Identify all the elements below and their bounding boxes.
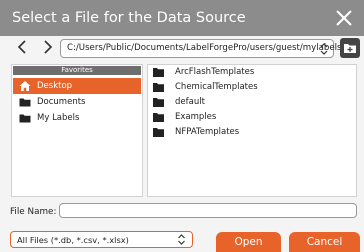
path-combobox[interactable]: C:/Users/Public/Documents/LabelForgePro/…	[60, 39, 341, 58]
list-item[interactable]: Examples	[151, 110, 351, 125]
file-name: ChemicalTemplates	[175, 82, 258, 92]
open-button[interactable]: Open	[216, 232, 281, 252]
sidebar-item-documents[interactable]: Documents	[13, 94, 141, 110]
file-name: NFPATemplates	[175, 127, 240, 137]
folder-icon	[153, 98, 164, 107]
new-folder-button[interactable]	[340, 38, 360, 58]
folder-icon	[19, 98, 31, 107]
file-dialog: Select a File for the Data Source C:/Use…	[0, 0, 364, 252]
back-arrow-icon[interactable]	[14, 38, 32, 56]
folder-icon	[153, 83, 164, 92]
file-name: ArcFlashTemplates	[175, 67, 255, 77]
file-type-select[interactable]: All Files (*.db, *.csv, *.xlsx)	[10, 231, 193, 248]
folder-icon	[19, 114, 31, 123]
title-bar: Select a File for the Data Source	[0, 0, 364, 36]
updown-chevron-icon[interactable]	[319, 42, 329, 56]
sidebar-item-desktop[interactable]: Desktop	[13, 78, 141, 94]
folder-icon	[153, 128, 164, 137]
close-icon[interactable]	[335, 9, 353, 27]
file-name-input[interactable]	[59, 203, 357, 218]
sidebar-item-label: Desktop	[37, 81, 73, 91]
file-name-label: File Name:	[10, 207, 57, 217]
list-item[interactable]: default	[151, 95, 351, 110]
updown-chevron-icon	[178, 234, 185, 245]
sidebar-item-label: My Labels	[37, 113, 80, 123]
forward-arrow-icon[interactable]	[38, 38, 56, 56]
file-list: ArcFlashTemplates ChemicalTemplates defa…	[147, 64, 357, 197]
file-name: Examples	[175, 112, 217, 122]
path-text: C:/Users/Public/Documents/LabelForgePro/…	[67, 43, 342, 53]
navigation-bar: C:/Users/Public/Documents/LabelForgePro/…	[0, 36, 364, 60]
sidebar-item-my-labels[interactable]: My Labels	[13, 110, 141, 126]
list-item[interactable]: ChemicalTemplates	[151, 80, 351, 95]
favorites-sidebar: Favorites Desktop Documents My Labels	[11, 64, 143, 197]
cancel-button[interactable]: Cancel	[289, 232, 360, 252]
sidebar-header: Favorites	[13, 66, 141, 75]
folder-icon	[153, 113, 164, 122]
dialog-title: Select a File for the Data Source	[12, 10, 246, 26]
file-name: default	[175, 97, 205, 107]
home-icon	[19, 81, 31, 91]
sidebar-item-label: Documents	[37, 97, 86, 107]
list-item[interactable]: NFPATemplates	[151, 125, 351, 140]
folder-icon	[153, 68, 164, 77]
list-item[interactable]: ArcFlashTemplates	[151, 65, 351, 80]
new-folder-icon	[344, 44, 356, 53]
file-type-selected: All Files (*.db, *.csv, *.xlsx)	[17, 235, 129, 245]
